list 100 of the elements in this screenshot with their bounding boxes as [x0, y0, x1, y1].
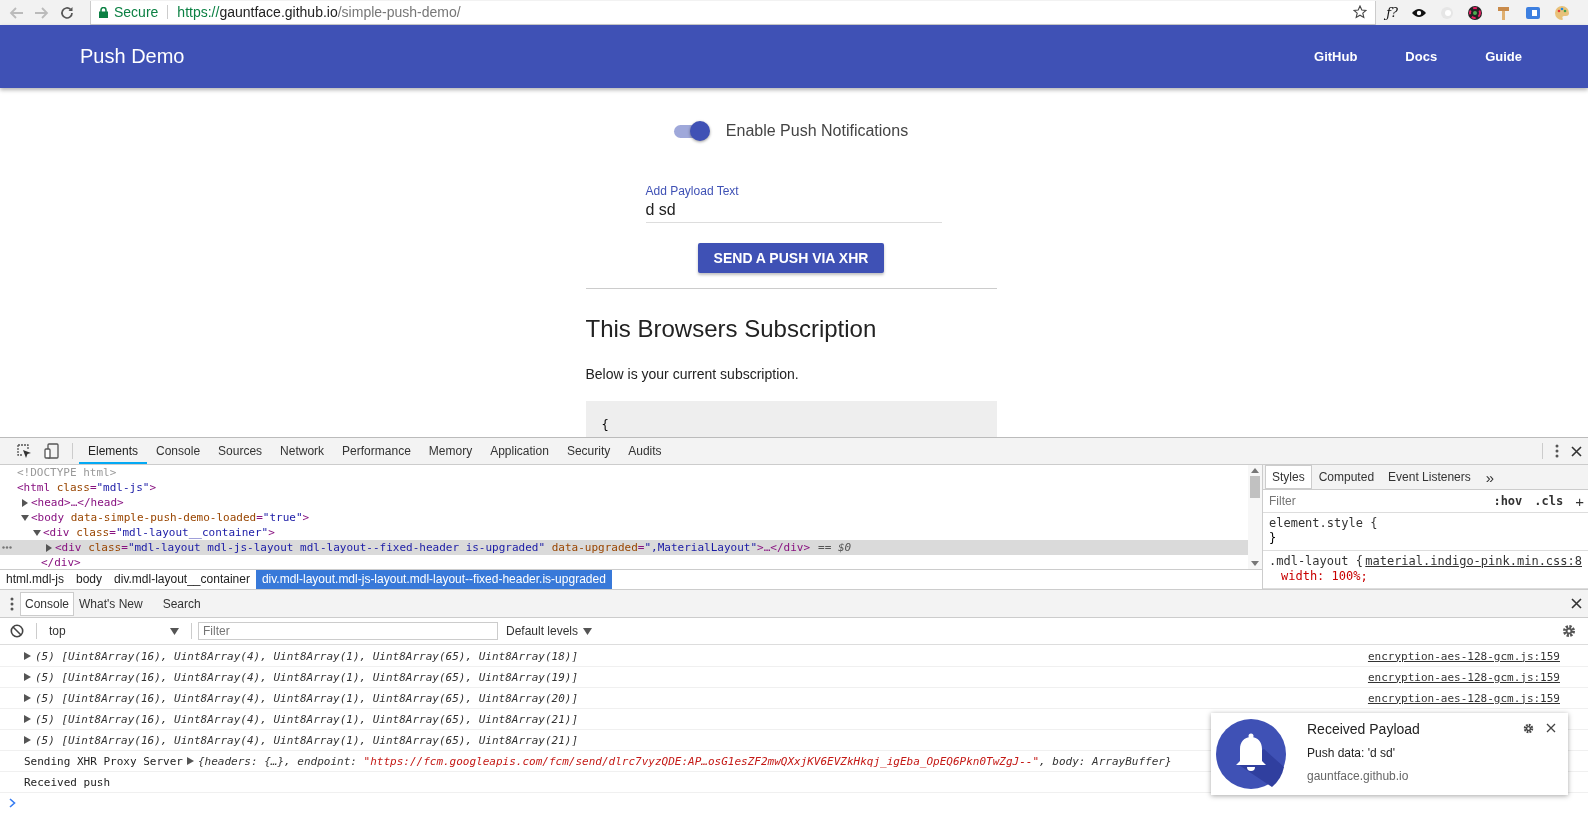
dom-node-line[interactable]: </div>	[41, 556, 81, 569]
source-link[interactable]: encryption-aes-128-gcm.js:159	[1367, 670, 1560, 684]
styles-tab[interactable]: Styles	[1265, 465, 1312, 489]
caret-icon[interactable]	[583, 627, 593, 635]
toggle-label: Enable Push Notifications	[725, 122, 909, 140]
scroll-down-icon[interactable]	[1251, 561, 1259, 566]
expanded-triangle-icon[interactable]	[21, 513, 29, 522]
caret-icon[interactable]	[170, 627, 179, 635]
nav-link[interactable]: Guide	[1485, 49, 1522, 64]
palette-icon[interactable]	[1554, 4, 1570, 21]
styles-tab[interactable]: Computed	[1311, 465, 1382, 489]
notification-body: Push data: 'd sd'	[1307, 746, 1396, 760]
source-link[interactable]: encryption-aes-128-gcm.js:159	[1367, 691, 1560, 705]
star-icon[interactable]	[1353, 5, 1368, 19]
inspect-icon[interactable]	[16, 443, 32, 459]
expand-triangle-icon[interactable]	[186, 757, 194, 765]
breadcrumb[interactable]: body	[70, 570, 109, 589]
toggle-switch[interactable]	[673, 121, 710, 141]
drawer-tab[interactable]: Console	[20, 591, 75, 616]
hammer-icon[interactable]	[1496, 4, 1512, 21]
console-message: (5) [Uint8Array(16), Uint8Array(4), Uint8Array(1), Uint8Array(65), Uint8Array(20)]	[35, 691, 579, 705]
expanded-triangle-icon[interactable]	[33, 528, 41, 537]
drawer-tab[interactable]: What's New	[74, 591, 148, 616]
devtools-tab[interactable]: Performance	[333, 438, 420, 464]
dom-node-line[interactable]: <head>…</head>	[31, 496, 124, 509]
scroll-thumb[interactable]	[1250, 476, 1260, 498]
close-icon[interactable]	[1571, 598, 1582, 609]
console-filter-field[interactable]: Filter	[198, 622, 498, 640]
expand-triangle-icon[interactable]	[24, 652, 31, 660]
styles-tab[interactable]: Event Listeners	[1381, 465, 1478, 489]
app-title: Push Demo	[80, 45, 185, 68]
console-message: (5) [Uint8Array(16), Uint8Array(4), Uint8Array(1), Uint8Array(65), Uint8Array(18)]	[35, 649, 579, 663]
devtools-tab[interactable]: Memory	[419, 438, 482, 464]
devtools-tab[interactable]: Security	[557, 438, 620, 464]
secure-label: Secure	[114, 4, 159, 20]
expand-triangle-icon[interactable]	[24, 715, 31, 723]
ellipsis-icon[interactable]	[2, 546, 12, 549]
new-rule-button[interactable]: +	[1575, 492, 1584, 510]
console-message: Received push	[24, 775, 111, 789]
expand-triangle-icon[interactable]	[24, 673, 31, 681]
devtools-tab[interactable]: Audits	[619, 438, 671, 464]
extension-icon[interactable]	[1525, 4, 1541, 21]
url-text[interactable]: https://gauntface.github.io/simple-push-demo/	[177, 4, 461, 20]
eye-icon[interactable]	[1411, 7, 1427, 18]
breadcrumb[interactable]: div.mdl-layout.mdl-js-layout.mdl-layout--fixed-header.is-upgraded	[255, 570, 612, 589]
collapsed-triangle-icon[interactable]	[45, 543, 53, 552]
drawer-tab[interactable]: Search	[157, 591, 206, 616]
scroll-up-icon[interactable]	[1251, 468, 1259, 473]
dom-node-line[interactable]: <div class="mdl-layout__container">	[43, 526, 275, 539]
notification-origin: gauntface.github.io	[1307, 769, 1410, 783]
css-selector: .mdl-layout {	[1269, 554, 1363, 569]
reload-icon[interactable]	[60, 5, 74, 20]
prompt-icon[interactable]	[9, 798, 16, 808]
more-icon[interactable]	[1555, 444, 1559, 458]
source-link[interactable]: encryption-aes-128-gcm.js:159	[1367, 649, 1560, 663]
node-reference: == $0	[818, 541, 852, 554]
breadcrumb[interactable]: div.mdl-layout__container	[108, 570, 256, 589]
more-icon[interactable]	[10, 596, 14, 611]
class-button[interactable]: .cls	[1534, 494, 1564, 508]
dom-node-line[interactable]: <html class="mdl-js">	[17, 481, 157, 494]
log-levels-dropdown[interactable]: Default levels	[506, 624, 593, 638]
expand-triangle-icon[interactable]	[24, 694, 31, 702]
devtools-tab[interactable]: Application	[481, 438, 558, 464]
css-declaration: width: 100%;	[1281, 569, 1368, 584]
code-text: {	[601, 418, 609, 433]
breadcrumb[interactable]: html.mdl-js	[0, 570, 70, 589]
dom-node-line[interactable]: <body data-simple-push-demo-loaded="true">	[31, 511, 310, 524]
source-link[interactable]: material.indigo-pink.min.css:8	[1365, 554, 1582, 569]
clear-console-icon[interactable]	[10, 624, 24, 638]
expand-triangle-icon[interactable]	[24, 736, 31, 744]
console-message: (5) [Uint8Array(16), Uint8Array(4), Uint8Array(1), Uint8Array(65), Uint8Array(21)]	[35, 712, 579, 726]
scrollbar[interactable]	[1248, 465, 1262, 569]
devtools-tab[interactable]: Elements	[79, 438, 148, 464]
section-heading: This Browsers Subscription	[585, 315, 877, 344]
settings-icon[interactable]	[1562, 624, 1576, 638]
devtools-tab[interactable]: Network	[271, 438, 334, 464]
dom-node-line[interactable]: <div class="mdl-layout mdl-js-layout mdl-layout--fixed-header is-upgraded" data-upgraded=",MaterialLayout">…</div>	[55, 541, 811, 554]
send-push-button[interactable]: SEND A PUSH VIA XHR	[697, 243, 885, 274]
collapsed-triangle-icon[interactable]	[21, 498, 29, 507]
section-description: Below is your current subscription.	[585, 366, 799, 383]
console-message: Sending XHR Proxy Server	[24, 754, 183, 768]
extension-button[interactable]: ƒ?	[1386, 5, 1398, 20]
devtools-tab[interactable]: Sources	[209, 438, 272, 464]
nav-link[interactable]: Docs	[1405, 49, 1438, 64]
payload-field[interactable]: Add Payload Text d sd	[645, 184, 942, 223]
nav-link[interactable]: GitHub	[1314, 49, 1358, 64]
devtools-tab[interactable]: Console	[147, 438, 210, 464]
settings-icon[interactable]	[1523, 723, 1534, 734]
more-tabs-button[interactable]: »	[1477, 468, 1503, 486]
color-wheel-icon[interactable]	[1467, 4, 1483, 21]
close-icon[interactable]	[1546, 723, 1556, 733]
bell-icon	[1216, 719, 1286, 789]
device-icon[interactable]	[44, 443, 60, 459]
notification-card[interactable]: Received Payload Push data: 'd sd' gauntface.github.io	[1211, 713, 1568, 795]
hover-state-button[interactable]: :hov	[1493, 494, 1523, 508]
object-preview: {headers: {…}, endpoint: "https://fcm.googleapis.com/fcm/send/dlrc7vyzQDE:AP…osG1esZF2mwQXxjKV6EVZkHkqj_igEba_OpEQ6Pkn0TwZgJ--", body: ArrayBuffer}	[197, 754, 1172, 768]
close-icon[interactable]	[1571, 445, 1582, 457]
css-brace: }	[1269, 531, 1277, 546]
context-dropdown[interactable]: top	[43, 624, 185, 638]
console-message: (5) [Uint8Array(16), Uint8Array(4), Uint8Array(1), Uint8Array(65), Uint8Array(21)]	[35, 733, 579, 747]
